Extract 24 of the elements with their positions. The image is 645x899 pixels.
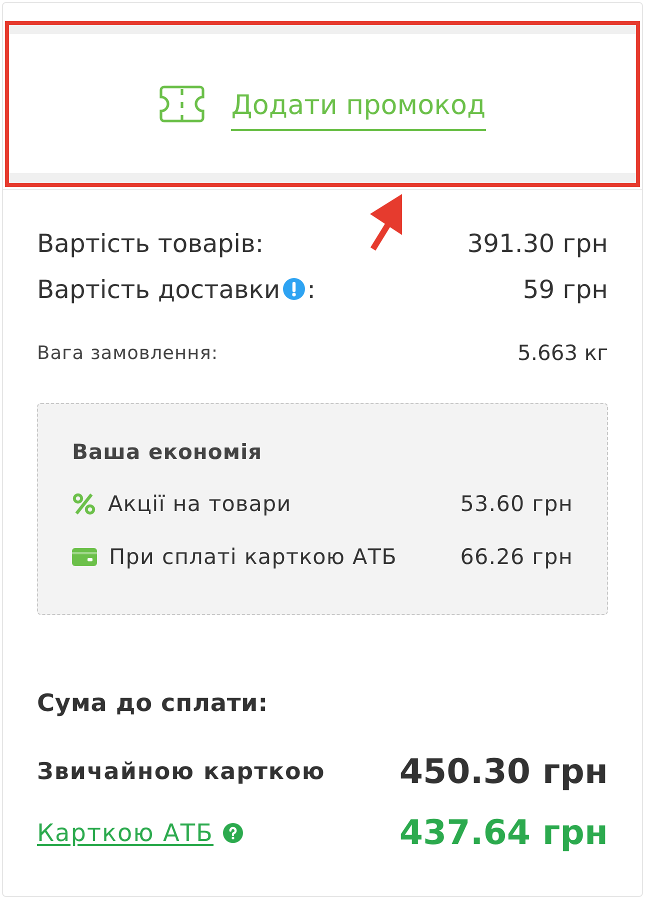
colon-text: : (307, 274, 316, 304)
saving-label: Акції на товари (108, 492, 292, 516)
row-value: 391.30 грн (467, 228, 608, 258)
info-icon[interactable] (283, 278, 306, 300)
atb-card-link[interactable]: Карткою АТБ (37, 819, 214, 847)
row-value: 5.663 кг (517, 341, 608, 365)
help-icon[interactable] (222, 823, 243, 843)
saving-value: 66.26 грн (460, 544, 573, 570)
total-amount: 437.64 грн (399, 813, 608, 853)
ticket-icon[interactable] (159, 85, 206, 123)
row-value: 59 грн (522, 274, 608, 304)
total-title: Сума до сплати: (37, 688, 270, 719)
card-icon (72, 548, 97, 566)
savings-title: Ваша економія (72, 439, 264, 466)
percent-icon (72, 493, 96, 515)
saving-value: 53.60 грн (460, 492, 573, 516)
row-label: Вартість доставки (37, 274, 280, 304)
annotation-arrow (368, 193, 404, 251)
row-label: Вага замовлення: (37, 342, 218, 364)
saving-label: При сплаті карткою АТБ (109, 544, 397, 570)
payment-label: Звичайною карткою (37, 759, 326, 785)
total-amount: 450.30 грн (399, 752, 608, 792)
add-promo-link[interactable]: Додати промокод (231, 90, 486, 130)
row-label: Вартість товарів: (37, 228, 264, 258)
